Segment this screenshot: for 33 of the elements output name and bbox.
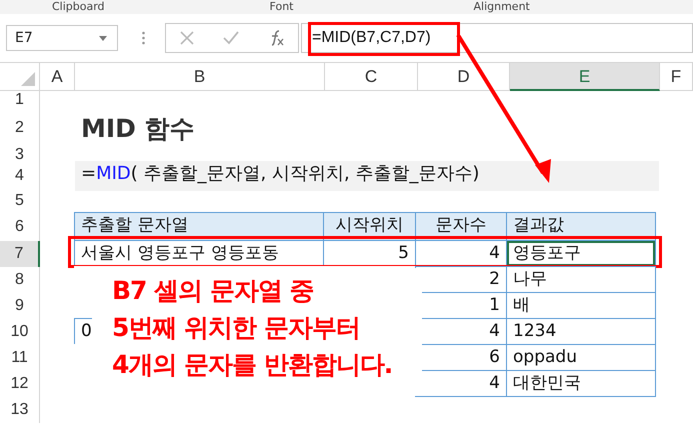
- column-header[interactable]: C: [325, 63, 418, 91]
- sheet-title: MID 함수: [80, 112, 195, 144]
- column-header[interactable]: F: [660, 63, 693, 91]
- ribbon-group-label: Clipboard: [52, 0, 105, 14]
- row-header[interactable]: 13: [0, 397, 40, 423]
- row-header[interactable]: 11: [0, 345, 40, 371]
- ribbon-group-label: Font: [270, 0, 294, 14]
- select-all-triangle-icon[interactable]: [21, 72, 35, 86]
- cancel-icon[interactable]: [180, 31, 194, 45]
- row-header[interactable]: 5: [0, 189, 40, 213]
- callout-text: B7 셀의 문자열 중: [112, 275, 314, 307]
- column-header[interactable]: B: [75, 63, 325, 91]
- column-header[interactable]: E: [510, 63, 660, 91]
- callout-text: 4개의 문자를 반환합니다.: [112, 349, 392, 381]
- drag-handle-icon[interactable]: [142, 31, 145, 45]
- check-icon[interactable]: [222, 31, 239, 45]
- table-cell: 나무: [506, 266, 656, 293]
- formula-input[interactable]: =MID(B7,C7,D7): [301, 23, 693, 53]
- row-header[interactable]: 1: [0, 91, 40, 109]
- row-header[interactable]: 10: [0, 319, 40, 345]
- name-box[interactable]: E7: [6, 25, 118, 51]
- syntax-formula: =MID( 추출할_문자열, 시작위치, 추출할_문자수): [75, 161, 659, 191]
- row-header[interactable]: 7: [0, 241, 40, 267]
- column-header[interactable]: A: [40, 63, 75, 91]
- row-header[interactable]: 12: [0, 371, 40, 397]
- table-cell: 대한민국: [506, 370, 656, 397]
- row-header[interactable]: 2: [0, 109, 40, 147]
- row-header[interactable]: 8: [0, 267, 40, 293]
- caret-icon: [99, 36, 107, 40]
- ribbon-group-label: Alignment: [474, 0, 530, 14]
- row-header[interactable]: 9: [0, 293, 40, 319]
- row-header[interactable]: 4: [0, 163, 40, 189]
- row-header[interactable]: 3: [0, 147, 40, 163]
